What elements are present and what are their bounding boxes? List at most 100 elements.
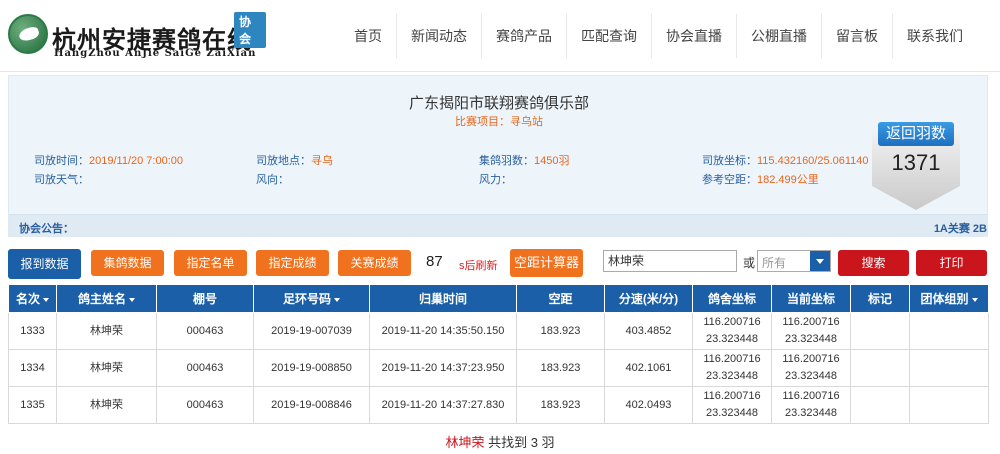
cell-arrival-time: 2019-11-20 14:35:50.150 bbox=[369, 312, 517, 350]
cell-team-group bbox=[909, 312, 989, 350]
nav-home[interactable]: 首页 bbox=[340, 14, 396, 58]
result-owner-name: 林坤荣 bbox=[445, 435, 485, 450]
table-row: 1334 林坤荣 000463 2019-19-008850 2019-11-2… bbox=[8, 349, 989, 387]
cell-owner: 林坤荣 bbox=[56, 312, 157, 350]
col-speed: 分速(米/分) bbox=[604, 284, 693, 313]
nav-news[interactable]: 新闻动态 bbox=[396, 14, 481, 58]
col-owner[interactable]: 鸽主姓名 bbox=[56, 284, 157, 313]
cell-loft-no: 000463 bbox=[156, 386, 254, 424]
cell-rank: 1335 bbox=[8, 386, 57, 424]
nav-contact[interactable]: 联系我们 bbox=[892, 14, 977, 58]
col-current-coord: 当前坐标 bbox=[771, 284, 851, 313]
cell-owner: 林坤荣 bbox=[56, 386, 157, 424]
designated-list-button[interactable]: 指定名单 bbox=[174, 250, 247, 276]
cell-arrival-time: 2019-11-20 14:37:27.830 bbox=[369, 386, 517, 424]
final-results-button[interactable]: 关赛成绩 bbox=[338, 250, 411, 276]
result-summary: 林坤荣 共找到 3 羽 bbox=[0, 432, 1000, 451]
cell-loft-no: 000463 bbox=[156, 312, 254, 350]
nav-association-live[interactable]: 协会直播 bbox=[651, 14, 736, 58]
sort-icon bbox=[334, 297, 340, 302]
cell-current-coord: 116.200716 23.323448 bbox=[771, 312, 851, 350]
refresh-label: s后刷新 bbox=[459, 260, 498, 272]
notice-marquee: 1A关赛 2B bbox=[933, 223, 987, 235]
race-project: 比赛项目：寻乌站 bbox=[455, 116, 543, 128]
table-header-row: 名次 鸽主姓名 棚号 足环号码 归巢时间 空距 分速(米/分) 鸽舍坐标 当前坐… bbox=[8, 284, 989, 313]
nav-loft-live[interactable]: 公棚直播 bbox=[736, 14, 821, 58]
cell-distance: 183.923 bbox=[516, 349, 605, 387]
col-distance: 空距 bbox=[516, 284, 605, 313]
release-place: 司放地点：寻乌 bbox=[256, 155, 333, 167]
designated-results-button[interactable]: 指定成绩 bbox=[256, 250, 329, 276]
cell-mark bbox=[850, 349, 910, 387]
result-count-text: 共找到 3 羽 bbox=[484, 435, 555, 450]
nav-products[interactable]: 赛鸽产品 bbox=[481, 14, 566, 58]
col-arrival-time: 归巢时间 bbox=[369, 284, 517, 313]
reference-distance: 参考空距：182.499公里 bbox=[702, 174, 819, 186]
cell-current-coord: 116.200716 23.323448 bbox=[771, 386, 851, 424]
cell-loft-coord: 116.200716 23.323448 bbox=[692, 312, 772, 350]
cell-distance: 183.923 bbox=[516, 386, 605, 424]
site-subtitle: HangZhou AnJie SaiGe ZaiXian bbox=[54, 48, 257, 59]
wind-direction: 风向： bbox=[256, 174, 289, 186]
col-team-group[interactable]: 团体组别 bbox=[909, 284, 989, 313]
group-select-value: 所有 bbox=[762, 256, 787, 270]
cell-rank: 1334 bbox=[8, 349, 57, 387]
cell-arrival-time: 2019-11-20 14:37:23.950 bbox=[369, 349, 517, 387]
main-nav: 首页 新闻动态 赛鸽产品 匹配查询 协会直播 公棚直播 留言板 联系我们 bbox=[340, 14, 977, 58]
cell-loft-coord: 116.200716 23.323448 bbox=[692, 386, 772, 424]
table-row: 1333 林坤荣 000463 2019-19-007039 2019-11-2… bbox=[8, 312, 989, 350]
cell-speed: 403.4852 bbox=[604, 312, 693, 350]
nav-match-query[interactable]: 匹配查询 bbox=[566, 14, 651, 58]
results-table: 名次 鸽主姓名 棚号 足环号码 归巢时间 空距 分速(米/分) 鸽舍坐标 当前坐… bbox=[8, 284, 989, 424]
pigeon-logo-icon bbox=[8, 14, 48, 54]
or-label: 或 bbox=[743, 256, 756, 270]
site-logo[interactable]: 杭州安捷赛鸽在线 HangZhou AnJie SaiGe ZaiXian 协会 bbox=[6, 10, 266, 62]
cell-speed: 402.1061 bbox=[604, 349, 693, 387]
collected-count: 集鸽羽数：1450羽 bbox=[479, 155, 570, 167]
release-weather: 司放天气： bbox=[34, 174, 89, 186]
col-loft-no: 棚号 bbox=[156, 284, 254, 313]
col-rank[interactable]: 名次 bbox=[8, 284, 57, 313]
cell-team-group bbox=[909, 386, 989, 424]
cell-owner: 林坤荣 bbox=[56, 349, 157, 387]
returned-count-value: 1371 bbox=[891, 150, 941, 175]
club-name: 广东揭阳市联翔赛鸽俱乐部 bbox=[408, 95, 589, 112]
release-coordinates: 司放坐标：115.432160/25.061140 bbox=[702, 155, 869, 167]
distance-calculator-button[interactable]: 空距计算器 bbox=[510, 249, 583, 277]
search-button[interactable]: 搜索 bbox=[838, 250, 909, 276]
returned-count-label: 返回羽数 bbox=[878, 122, 954, 146]
sort-icon bbox=[129, 297, 135, 302]
sort-icon bbox=[971, 297, 978, 302]
sort-icon bbox=[43, 297, 49, 302]
cell-loft-no: 000463 bbox=[156, 349, 254, 387]
print-button[interactable]: 打印 bbox=[916, 250, 987, 276]
table-row: 1335 林坤荣 000463 2019-19-008846 2019-11-2… bbox=[8, 386, 989, 424]
cell-distance: 183.923 bbox=[516, 312, 605, 350]
col-loft-coord: 鸽舍坐标 bbox=[692, 284, 772, 313]
group-select[interactable]: 所有 bbox=[757, 250, 831, 272]
cell-loft-coord: 116.200716 23.323448 bbox=[692, 349, 772, 387]
cell-mark bbox=[850, 312, 910, 350]
association-badge: 协会 bbox=[234, 12, 266, 48]
collect-data-button[interactable]: 集鸽数据 bbox=[91, 250, 164, 276]
notice-label: 协会公告： bbox=[19, 223, 74, 235]
cell-speed: 402.0493 bbox=[604, 386, 693, 424]
wind-force: 风力： bbox=[479, 174, 512, 186]
refresh-countdown: 87 bbox=[426, 253, 443, 270]
report-data-button[interactable]: 报到数据 bbox=[8, 249, 81, 279]
cell-team-group bbox=[909, 349, 989, 387]
cell-current-coord: 116.200716 23.323448 bbox=[771, 349, 851, 387]
cell-ring-no: 2019-19-008850 bbox=[253, 349, 370, 387]
search-input[interactable]: 林坤荣 bbox=[603, 250, 737, 272]
cell-ring-no: 2019-19-008846 bbox=[253, 386, 370, 424]
nav-guestbook[interactable]: 留言板 bbox=[821, 14, 892, 58]
col-ring-no[interactable]: 足环号码 bbox=[253, 284, 370, 313]
notice-bar: 协会公告： 1A关赛 2B bbox=[9, 214, 987, 237]
col-mark: 标记 bbox=[850, 284, 910, 313]
cell-rank: 1333 bbox=[8, 312, 57, 350]
returned-count-badge: 返回羽数 1371 bbox=[872, 120, 960, 210]
cell-ring-no: 2019-19-007039 bbox=[253, 312, 370, 350]
release-time: 司放时间：2019/11/20 7:00:00 bbox=[34, 155, 183, 167]
cell-mark bbox=[850, 386, 910, 424]
chevron-down-icon[interactable] bbox=[810, 251, 830, 271]
